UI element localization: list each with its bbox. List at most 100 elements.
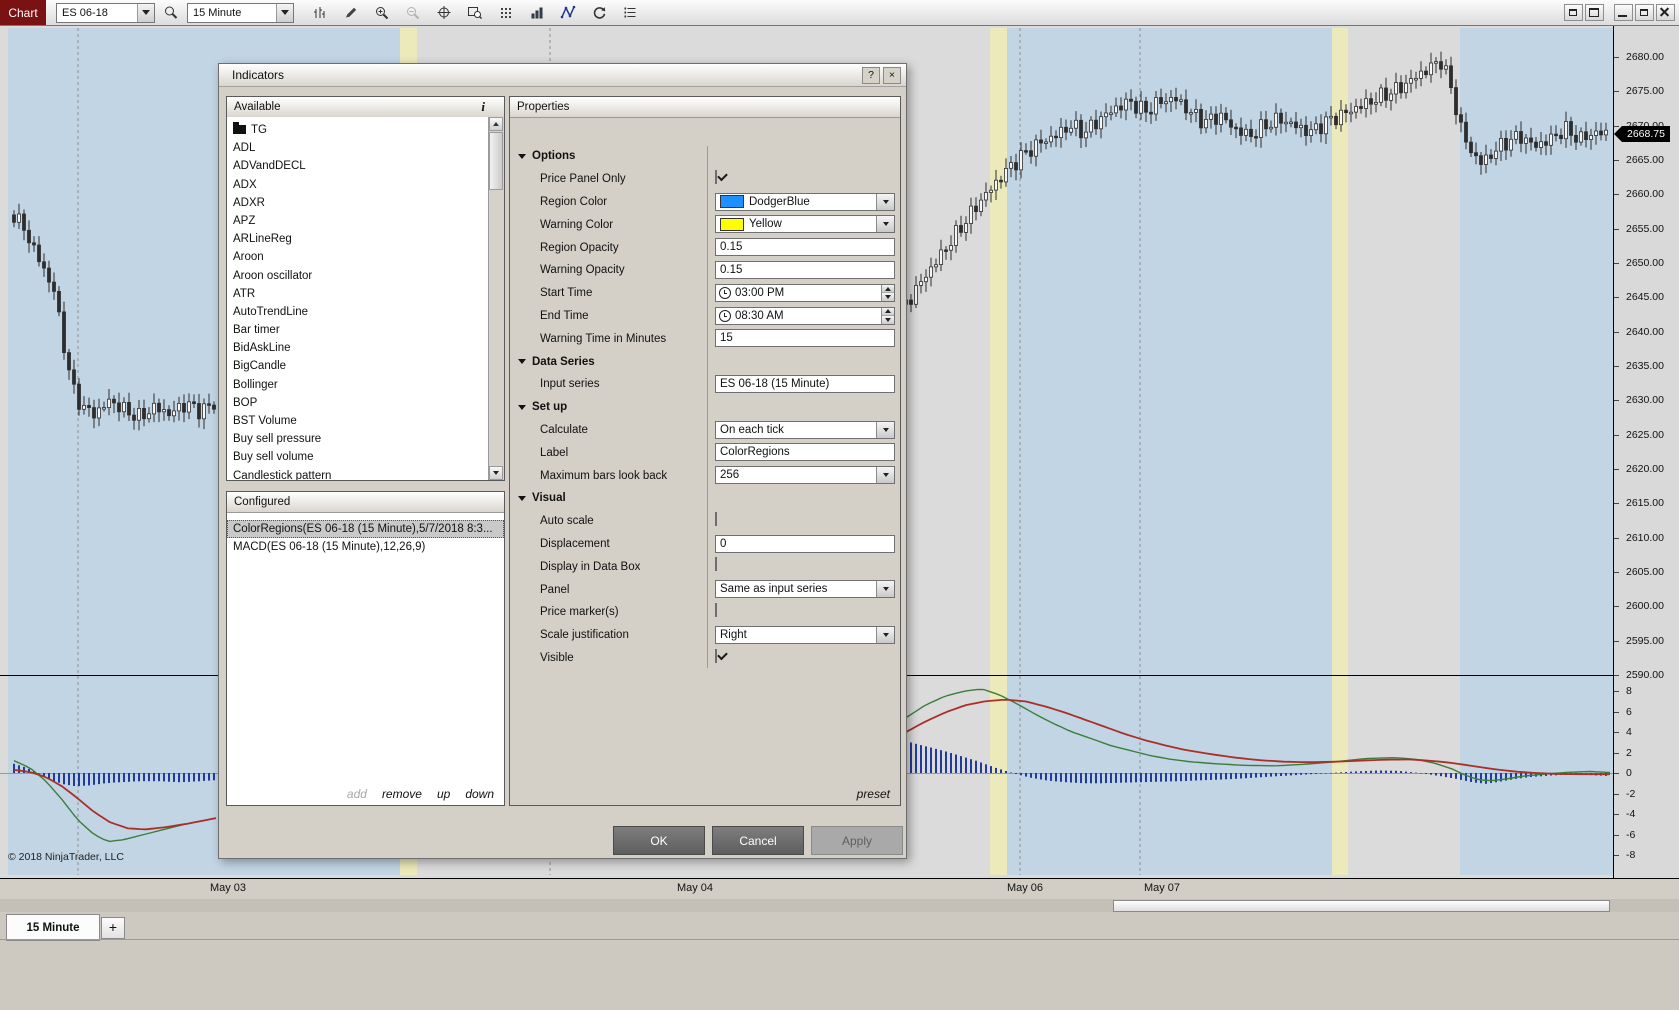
cancel-button[interactable]: Cancel: [712, 826, 804, 855]
dropdown-arrow-icon[interactable]: [276, 3, 293, 22]
spin-down-icon[interactable]: [882, 293, 894, 301]
chart-menu-button[interactable]: Chart: [0, 0, 46, 25]
available-item-atr[interactable]: ATR: [227, 285, 489, 303]
pencil-icon[interactable]: [341, 3, 361, 23]
h-scrollbar[interactable]: [0, 899, 1679, 912]
text-input[interactable]: ES 06-18 (15 Minute): [715, 374, 895, 393]
dropdown[interactable]: 256: [715, 466, 895, 485]
zoom-out-icon[interactable]: [403, 3, 423, 23]
scroll-down-icon[interactable]: [489, 466, 503, 480]
chart-inspect-icon[interactable]: [465, 3, 485, 23]
instrument-search-icon[interactable]: [163, 5, 179, 20]
info-icon[interactable]: i: [481, 99, 497, 115]
down-link[interactable]: down: [465, 787, 494, 801]
available-item-advanddecl[interactable]: ADVandDECL: [227, 157, 489, 175]
help-button[interactable]: ?: [862, 66, 880, 84]
checkbox[interactable]: [715, 511, 717, 526]
dropdown[interactable]: DodgerBlue: [715, 192, 895, 211]
checkbox[interactable]: [715, 602, 717, 617]
text-input[interactable]: 0: [715, 534, 895, 553]
dropdown-arrow-icon[interactable]: [876, 467, 894, 484]
dropdown-arrow-icon[interactable]: [876, 581, 894, 598]
scroll-up-icon[interactable]: [489, 117, 503, 131]
spinner[interactable]: [881, 284, 894, 301]
available-item-tg[interactable]: TG: [227, 121, 489, 139]
text-input[interactable]: ColorRegions: [715, 443, 895, 462]
available-item-buy-sell-volume[interactable]: Buy sell volume: [227, 448, 489, 466]
spin-down-icon[interactable]: [882, 316, 894, 324]
instrument-selector[interactable]: ES 06-18: [56, 2, 155, 23]
dropdown-arrow-icon[interactable]: [876, 626, 894, 643]
apply-button[interactable]: Apply: [811, 826, 903, 855]
available-item-autotrendline[interactable]: AutoTrendLine: [227, 303, 489, 321]
collapse-arrow-icon[interactable]: [518, 404, 526, 410]
available-item-bidaskline[interactable]: BidAskLine: [227, 339, 489, 357]
reload-icon[interactable]: [589, 3, 609, 23]
minimize-app-button[interactable]: [1614, 4, 1633, 21]
crosshair-icon[interactable]: [434, 3, 454, 23]
ok-button[interactable]: OK: [613, 826, 705, 855]
available-item-apz[interactable]: APZ: [227, 212, 489, 230]
dropdown-arrow-icon[interactable]: [876, 193, 894, 210]
dropdown[interactable]: Right: [715, 625, 895, 644]
configured-item[interactable]: MACD(ES 06-18 (15 Minute),12,26,9): [227, 538, 504, 556]
preset-link[interactable]: preset: [857, 787, 890, 801]
time-input[interactable]: 03:00 PM: [715, 283, 895, 302]
available-item-adx[interactable]: ADX: [227, 176, 489, 194]
available-item-bop[interactable]: BOP: [227, 394, 489, 412]
text-input[interactable]: 15: [715, 329, 895, 348]
remove-link[interactable]: remove: [382, 787, 422, 801]
close-app-button[interactable]: [1656, 4, 1675, 21]
price-axis[interactable]: 2668.75 2680.002675.002670.002665.002660…: [1614, 25, 1679, 879]
dialog-titlebar[interactable]: Indicators ? ×: [219, 64, 906, 87]
dialog-close-button[interactable]: ×: [883, 66, 901, 84]
checkbox[interactable]: [715, 648, 717, 663]
available-item-buy-sell-pressure[interactable]: Buy sell pressure: [227, 430, 489, 448]
collapse-arrow-icon[interactable]: [518, 154, 526, 159]
available-item-aroon-oscillator[interactable]: Aroon oscillator: [227, 267, 489, 285]
available-item-aroon[interactable]: Aroon: [227, 248, 489, 266]
bars-icon[interactable]: [310, 3, 330, 23]
available-item-adxr[interactable]: ADXR: [227, 194, 489, 212]
maximize-window-button[interactable]: [1585, 4, 1604, 21]
restore-app-button[interactable]: [1635, 4, 1654, 21]
dropdown[interactable]: Same as input series: [715, 580, 895, 599]
restore-window-button[interactable]: [1564, 4, 1583, 21]
spin-up-icon[interactable]: [882, 307, 894, 317]
available-scrollbar[interactable]: [488, 117, 504, 480]
dropdown-arrow-icon[interactable]: [876, 421, 894, 438]
time-input[interactable]: 08:30 AM: [715, 306, 895, 325]
spin-up-icon[interactable]: [882, 284, 894, 294]
checkbox[interactable]: [715, 557, 717, 572]
dropdown[interactable]: Yellow: [715, 215, 895, 234]
text-input[interactable]: 0.15: [715, 238, 895, 257]
add-link[interactable]: add: [347, 787, 367, 801]
dropdown[interactable]: On each tick: [715, 420, 895, 439]
scrollbar-thumb[interactable]: [489, 132, 503, 190]
available-item-adl[interactable]: ADL: [227, 139, 489, 157]
available-item-bar-timer[interactable]: Bar timer: [227, 321, 489, 339]
collapse-arrow-icon[interactable]: [518, 359, 526, 365]
zigzag-icon[interactable]: [558, 3, 578, 23]
checkbox[interactable]: [715, 169, 717, 184]
zoom-in-icon[interactable]: [372, 3, 392, 23]
list-icon[interactable]: [620, 3, 640, 23]
spinner[interactable]: [881, 307, 894, 324]
collapse-arrow-icon[interactable]: [518, 495, 526, 501]
data-grid-icon[interactable]: [496, 3, 516, 23]
available-item-bigcandle[interactable]: BigCandle: [227, 357, 489, 375]
available-item-bst-volume[interactable]: BST Volume: [227, 412, 489, 430]
scrollbar-thumb[interactable]: [1113, 900, 1610, 912]
available-item-candlestick-pattern[interactable]: Candlestick pattern: [227, 467, 489, 480]
available-item-arlinereg[interactable]: ARLineReg: [227, 230, 489, 248]
configured-item[interactable]: ColorRegions(ES 06-18 (15 Minute),5/7/20…: [227, 520, 504, 539]
text-input[interactable]: 0.15: [715, 260, 895, 279]
stacked-bars-icon[interactable]: [527, 3, 547, 23]
interval-selector[interactable]: 15 Minute: [187, 2, 294, 23]
dropdown-arrow-icon[interactable]: [876, 216, 894, 233]
dropdown-arrow-icon[interactable]: [137, 3, 154, 22]
available-item-bollinger[interactable]: Bollinger: [227, 376, 489, 394]
add-tab-button[interactable]: +: [101, 917, 125, 939]
tab-15-minute[interactable]: 15 Minute: [6, 914, 100, 941]
up-link[interactable]: up: [437, 787, 450, 801]
